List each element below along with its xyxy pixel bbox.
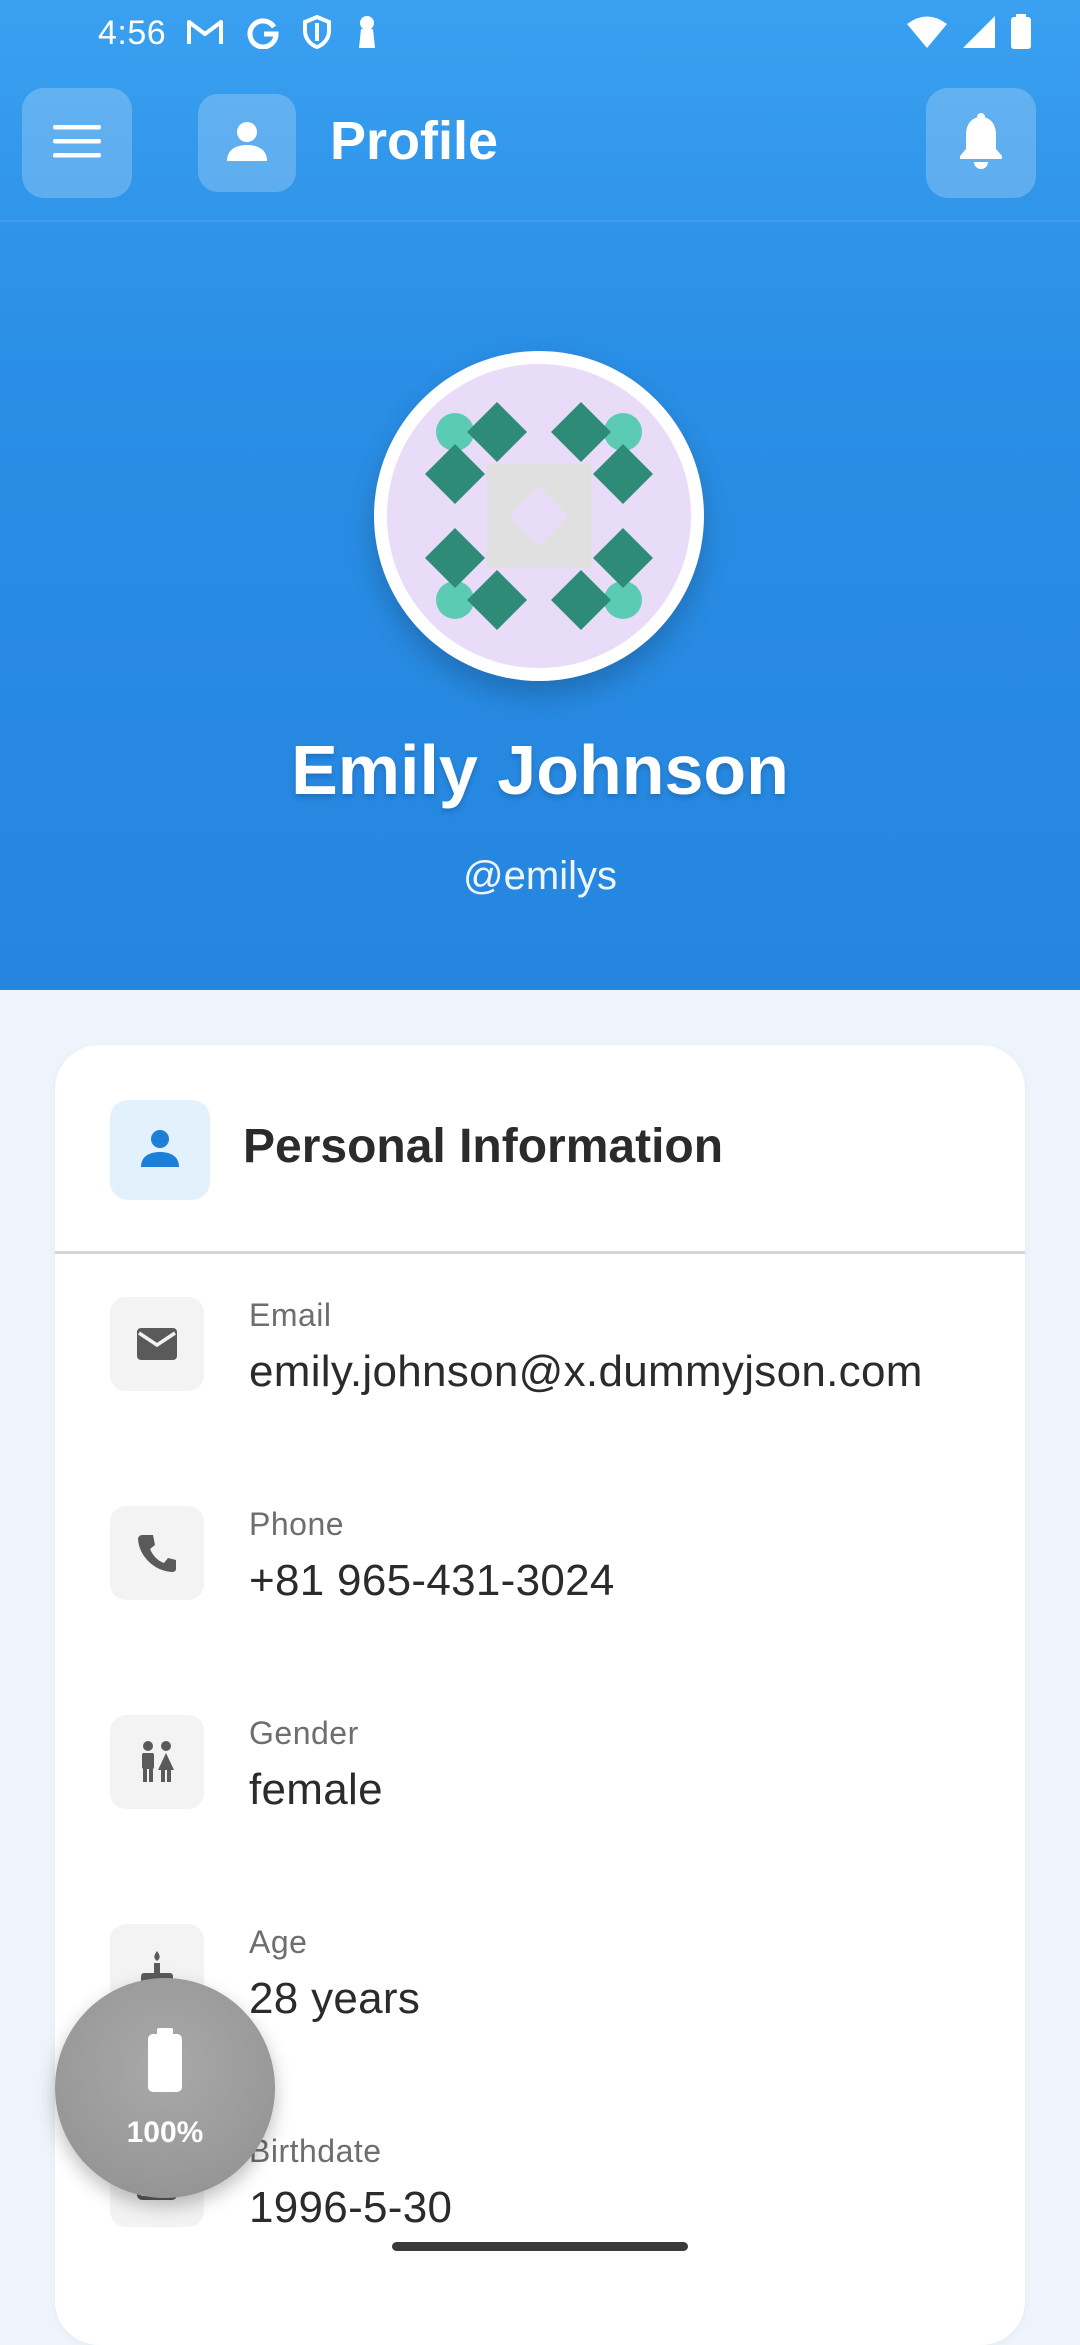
mail-icon (110, 1297, 204, 1391)
info-value: female (249, 1765, 383, 1814)
gmail-icon (186, 17, 224, 52)
hamburger-menu-icon (51, 121, 103, 166)
keyhole-icon (354, 13, 380, 56)
profile-header: 4:56 Profile Emily Johnson @emilys (0, 0, 1080, 990)
person-icon (139, 1127, 181, 1174)
notifications-button[interactable] (926, 88, 1036, 198)
gesture-navigation-bar[interactable] (392, 2242, 688, 2251)
battery-icon (1010, 13, 1032, 55)
menu-button[interactable] (22, 88, 132, 198)
system-icons (906, 13, 1032, 55)
profile-name: Emily Johnson (291, 731, 789, 809)
page-title: Profile (330, 111, 499, 171)
battery-level: 100% (126, 2116, 204, 2149)
profile-avatar (374, 351, 704, 681)
profile-username: @emilys (463, 854, 617, 898)
info-label: Gender (249, 1715, 359, 1751)
battery-icon (145, 2028, 185, 2099)
cellular-signal-icon (962, 15, 996, 54)
info-label: Age (249, 1924, 308, 1960)
header-divider (0, 220, 1080, 222)
info-label: Phone (249, 1506, 345, 1542)
info-value: emily.johnson@x.dummyjson.com (249, 1347, 923, 1396)
info-row-phone[interactable]: Phone +81 965-431-3024 (55, 1462, 1025, 1652)
bell-icon (957, 112, 1005, 174)
battery-overlay-bubble[interactable]: 100% (55, 1978, 275, 2198)
title-avatar (198, 94, 296, 192)
info-row-email[interactable]: Email emily.johnson@x.dummyjson.com (55, 1253, 1025, 1443)
app-bar: Profile (0, 72, 1080, 220)
wifi-icon (906, 15, 948, 54)
info-label: Email (249, 1297, 332, 1333)
notification-icons (186, 14, 380, 54)
info-row-gender[interactable]: Gender female (55, 1671, 1025, 1861)
status-bar: 4:56 (0, 0, 1080, 72)
shield-icon (302, 14, 332, 55)
avatar-identicon (387, 364, 691, 668)
phone-icon (110, 1506, 204, 1600)
google-icon (246, 15, 280, 54)
status-time: 4:56 (98, 14, 167, 52)
info-value: +81 965-431-3024 (249, 1556, 615, 1605)
person-icon (225, 119, 269, 168)
gender-icon (110, 1715, 204, 1809)
info-value: 28 years (249, 1974, 421, 2023)
info-value: 1996-5-30 (249, 2183, 453, 2232)
card-title: Personal Information (243, 1120, 724, 1173)
card-header: Personal Information (55, 1045, 1025, 1253)
card-header-icon (110, 1100, 210, 1200)
